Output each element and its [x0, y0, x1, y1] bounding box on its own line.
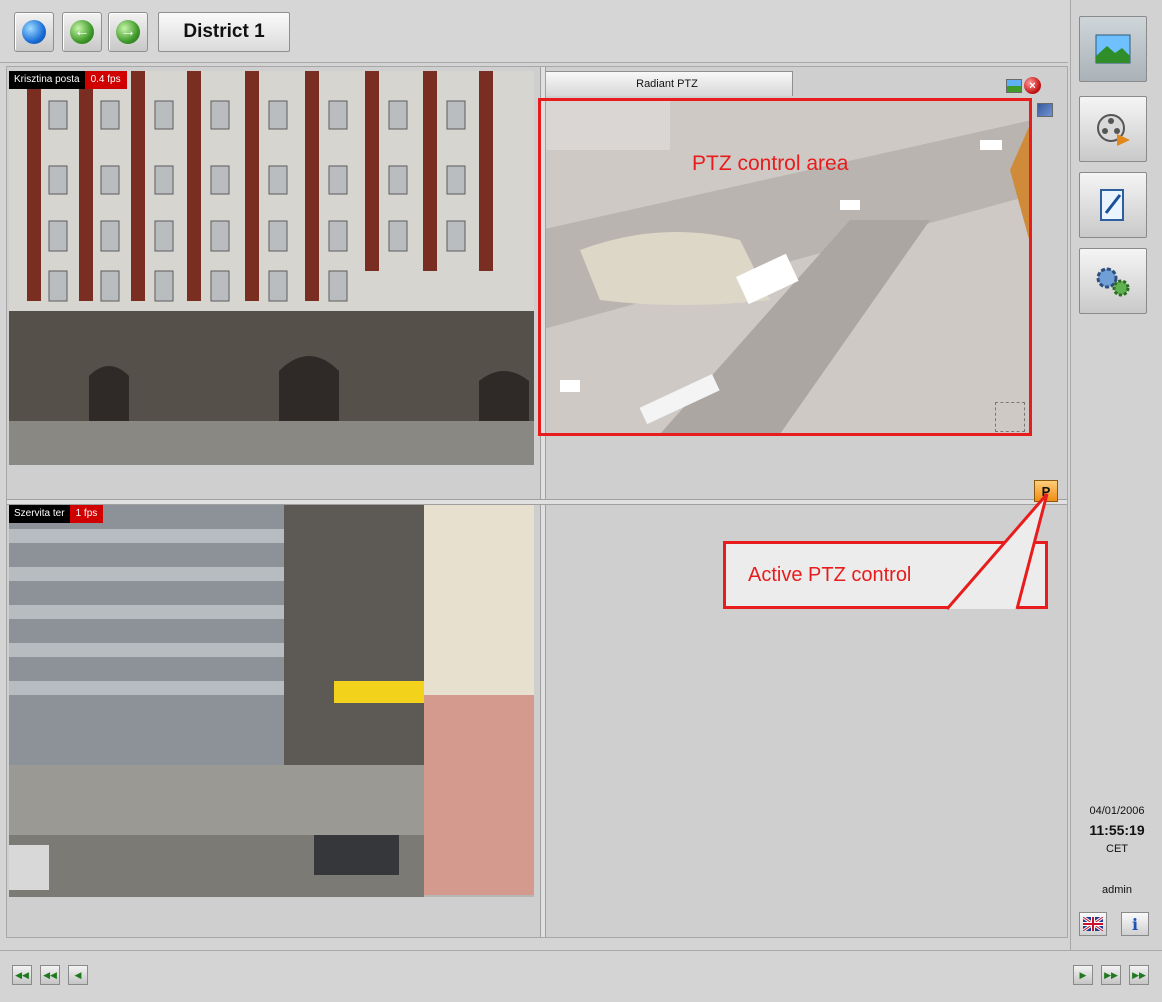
rewind-button[interactable]: ◀◀ [40, 965, 60, 985]
ptz-control-area-label: PTZ control area [692, 152, 849, 175]
live-view-button[interactable] [1079, 16, 1147, 82]
date-display: 04/01/2006 [1089, 805, 1145, 817]
close-icon[interactable]: × [1024, 77, 1041, 94]
camera-label: Krisztina posta 0.4 fps [9, 71, 127, 89]
building-facade-image [9, 71, 534, 465]
street-scene-image [9, 505, 534, 897]
back-arrow-icon: ← [70, 20, 94, 44]
right-sidebar: 04/01/2006 11:55:19 CET admin i [1070, 0, 1162, 1001]
callout-pointer [945, 493, 1049, 610]
uk-flag-icon [1083, 917, 1103, 931]
skip-start-icon: ◀◀ [15, 969, 29, 980]
camera-view-krisztina-posta[interactable]: Krisztina posta 0.4 fps [9, 71, 534, 465]
fast-forward-button[interactable]: ▶▶ [1101, 965, 1121, 985]
picture-icon [1095, 34, 1131, 64]
step-back-icon: ◀ [74, 969, 82, 980]
last-page-button[interactable]: ▶▶ [1129, 965, 1149, 985]
step-back-button[interactable]: ◀ [68, 965, 88, 985]
district-tab[interactable]: District 1 [158, 12, 290, 52]
timezone-display: CET [1106, 843, 1128, 855]
fps-badge: 0.4 fps [84, 71, 127, 89]
link-icon[interactable] [1037, 103, 1053, 117]
app-window: ← → District 1 Krisztina posta 0.4 fps S… [0, 0, 1162, 1002]
camera-grid: Krisztina posta 0.4 fps Szervita ter 1 f… [6, 66, 1068, 938]
top-toolbar: ← → District 1 [0, 0, 1068, 63]
fast-forward-icon: ▶▶ [1104, 969, 1118, 980]
gear-icon [1096, 267, 1130, 297]
settings-button[interactable] [1079, 248, 1147, 314]
snapshot-icon[interactable] [1006, 79, 1022, 93]
tab-radiant-ptz[interactable]: Radiant PTZ [541, 71, 793, 96]
camera-name: Krisztina posta [9, 71, 85, 89]
info-button[interactable]: i [1121, 912, 1149, 936]
playback-button[interactable] [1079, 96, 1147, 162]
step-forward-button[interactable]: ▶ [1073, 965, 1093, 985]
globe-icon [22, 20, 46, 44]
fps-badge: 1 fps [69, 505, 104, 523]
notes-button[interactable] [1079, 172, 1147, 238]
grid-divider-horizontal [7, 499, 1067, 505]
skip-end-icon: ▶▶ [1132, 969, 1146, 980]
home-button[interactable] [14, 12, 54, 52]
notepad-icon [1100, 189, 1124, 221]
film-reel-icon [1097, 114, 1130, 146]
selection-icon[interactable] [995, 402, 1025, 432]
back-button[interactable]: ← [62, 12, 102, 52]
camera-label: Szervita ter 1 fps [9, 505, 104, 523]
camera-view-szervita-ter[interactable]: Szervita ter 1 fps [9, 505, 534, 897]
user-display: admin [1102, 884, 1132, 896]
language-button[interactable] [1079, 912, 1107, 936]
rewind-icon: ◀◀ [43, 969, 57, 980]
bottom-playback-bar: ◀◀ ◀◀ ◀ ▶ ▶▶ ▶▶ [0, 950, 1162, 1002]
forward-button[interactable]: → [108, 12, 148, 52]
ptz-control-area[interactable] [538, 98, 1032, 436]
step-forward-icon: ▶ [1079, 969, 1087, 980]
first-page-button[interactable]: ◀◀ [12, 965, 32, 985]
forward-arrow-icon: → [116, 20, 140, 44]
camera-name: Szervita ter [9, 505, 70, 523]
time-display: 11:55:19 [1089, 822, 1145, 838]
